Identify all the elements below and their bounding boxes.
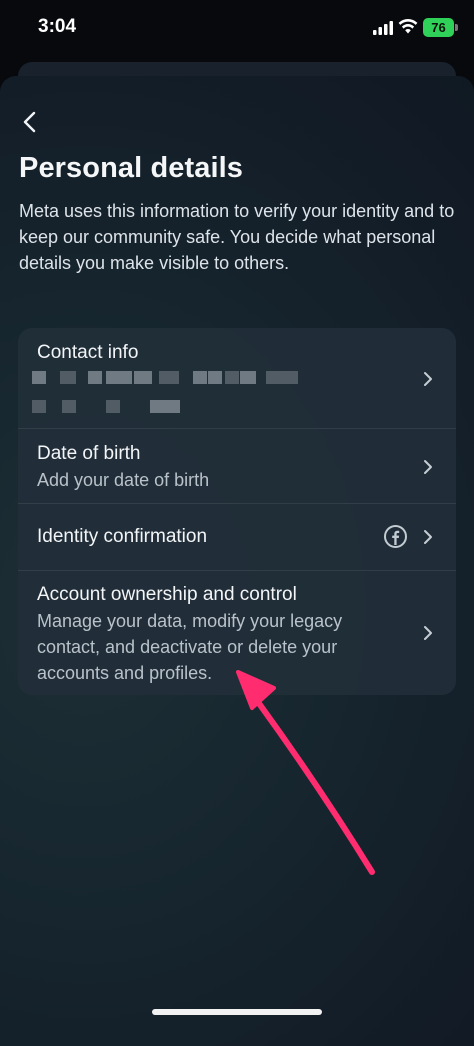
home-indicator [152, 1009, 322, 1015]
annotation-arrow-icon [236, 670, 375, 875]
